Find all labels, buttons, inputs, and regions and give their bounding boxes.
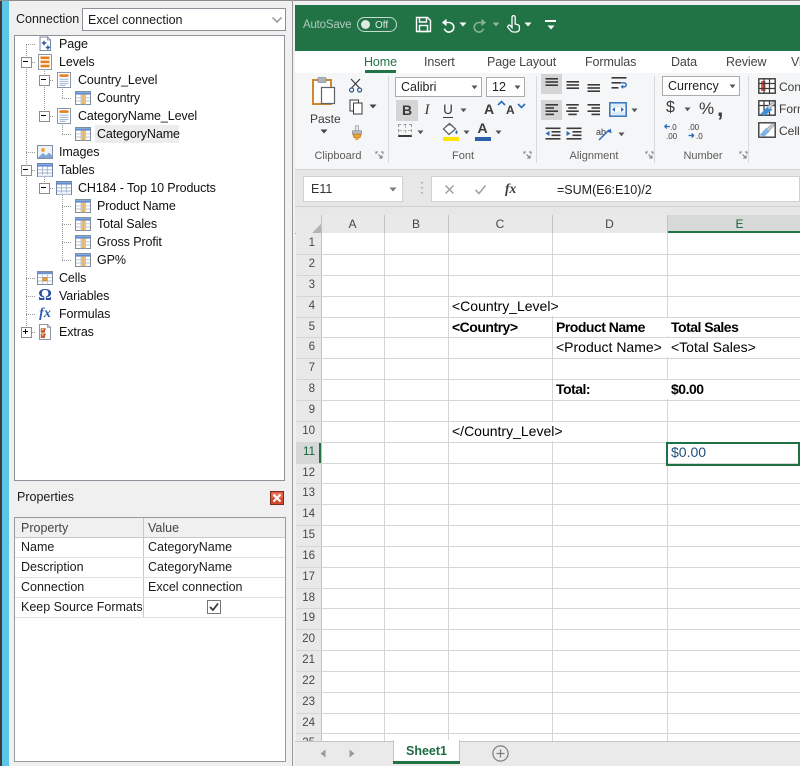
svg-text:.0: .0 xyxy=(670,123,677,132)
svg-text:.00: .00 xyxy=(688,123,700,132)
svg-text:.0: .0 xyxy=(696,132,703,141)
svg-text:.00: .00 xyxy=(666,132,678,141)
